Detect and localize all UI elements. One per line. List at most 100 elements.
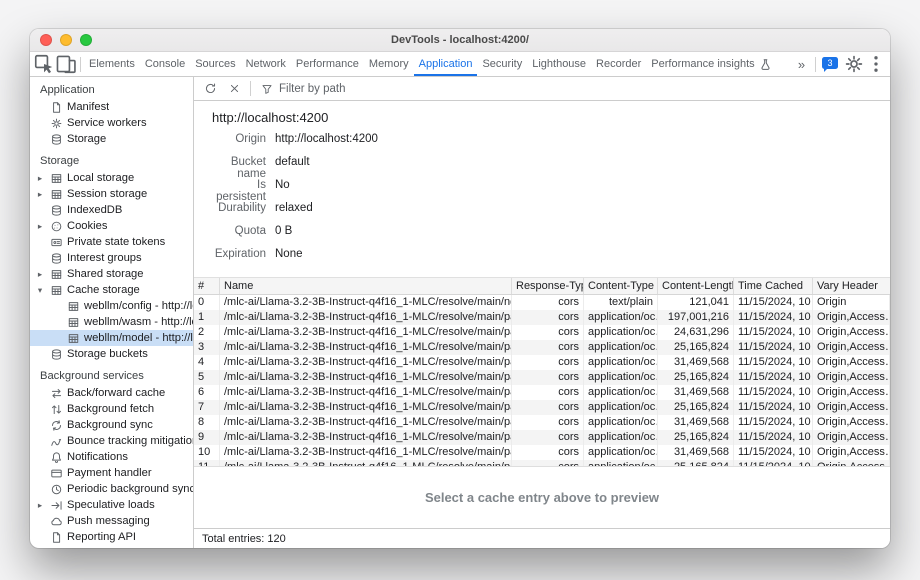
window-titlebar[interactable]: DevTools - localhost:4200/	[30, 29, 890, 52]
sidebar-item-push-messaging[interactable]: Push messaging	[30, 513, 193, 529]
tab-application[interactable]: Application	[414, 52, 478, 76]
sidebar-item-session-storage[interactable]: ▸ Session storage	[30, 186, 193, 202]
tab-performance[interactable]: Performance	[291, 52, 364, 76]
zoom-window-button[interactable]	[80, 34, 92, 46]
tab-lighthouse[interactable]: Lighthouse	[527, 52, 591, 76]
cache-entry-row[interactable]: 7/mlc-ai/Llama-3.2-3B-Instruct-q4f16_1-M…	[194, 400, 890, 415]
sidebar-item-speculative-loads[interactable]: ▸Speculative loads	[30, 497, 193, 513]
cell-vary-header: Origin,Access…	[813, 460, 890, 467]
column-header-content-length[interactable]: Content-Length	[658, 278, 734, 294]
filter-by-path-input[interactable]: Filter by path	[256, 82, 349, 96]
cache-entry-row[interactable]: 2/mlc-ai/Llama-3.2-3B-Instruct-q4f16_1-M…	[194, 325, 890, 340]
cell-response-type: cors	[512, 385, 584, 400]
tab-sources[interactable]: Sources	[190, 52, 240, 76]
sidebar-item-cache-storage[interactable]: ▾ Cache storage	[30, 282, 193, 298]
cell-name: /mlc-ai/Llama-3.2-3B-Instruct-q4f16_1-ML…	[220, 325, 512, 340]
total-entries-label: Total entries: 120	[202, 533, 286, 545]
tab-console[interactable]: Console	[140, 52, 190, 76]
sidebar-item-label: Session storage	[67, 188, 147, 200]
cache-entry-row[interactable]: 8/mlc-ai/Llama-3.2-3B-Instruct-q4f16_1-M…	[194, 415, 890, 430]
column-header-[interactable]: #	[194, 278, 220, 294]
console-messages-icon[interactable]: 3	[822, 57, 838, 69]
tab-label: Application	[419, 58, 473, 70]
cloud-icon	[49, 514, 63, 528]
sidebar-item-label: Back/forward cache	[67, 387, 165, 399]
cell-response-type: cors	[512, 295, 584, 310]
cache-entry-row[interactable]: 11/mlc-ai/Llama-3.2-3B-Instruct-q4f16_1-…	[194, 460, 890, 467]
close-window-button[interactable]	[40, 34, 52, 46]
sidebar-item-notifications[interactable]: Notifications	[30, 449, 193, 465]
tab-recorder[interactable]: Recorder	[591, 52, 646, 76]
cache-entry-row[interactable]: 3/mlc-ai/Llama-3.2-3B-Instruct-q4f16_1-M…	[194, 340, 890, 355]
tab-elements[interactable]: Elements	[84, 52, 140, 76]
sidebar-item-label: webllm/config - http://loc…	[84, 300, 193, 312]
sidebar-item-storage[interactable]: Storage	[30, 131, 193, 147]
sidebar-item-background-fetch[interactable]: Background fetch	[30, 401, 193, 417]
updown-icon	[49, 402, 63, 416]
expand-arrow-icon[interactable]: ▸	[35, 173, 45, 184]
more-tabs-icon[interactable]: »	[790, 53, 812, 75]
sidebar-item-manifest[interactable]: Manifest	[30, 99, 193, 115]
cell-name: /mlc-ai/Llama-3.2-3B-Instruct-q4f16_1-ML…	[220, 385, 512, 400]
sidebar-item-label: Cache storage	[67, 284, 140, 296]
cell-name: /mlc-ai/Llama-3.2-3B-Instruct-q4f16_1-ML…	[220, 355, 512, 370]
kebab-menu-icon[interactable]	[865, 53, 887, 75]
sidebar-item-webllm-model-http-loc[interactable]: webllm/model - http://loc…	[30, 330, 193, 346]
expand-arrow-icon[interactable]: ▸	[35, 500, 45, 511]
column-header-content-type[interactable]: Content-Type	[584, 278, 658, 294]
tab-performance-insights[interactable]: Performance insights	[646, 52, 777, 76]
expand-arrow-icon[interactable]: ▸	[35, 269, 45, 280]
table-header-row: #NameResponse-TypeContent-TypeContent-Le…	[194, 278, 890, 295]
collapse-arrow-icon[interactable]: ▾	[35, 285, 45, 296]
sidebar-item-private-state-tokens[interactable]: Private state tokens	[30, 234, 193, 250]
sidebar-item-indexeddb[interactable]: IndexedDB	[30, 202, 193, 218]
cell-vary-header: Origin,Access…	[813, 445, 890, 460]
cache-entry-row[interactable]: 5/mlc-ai/Llama-3.2-3B-Instruct-q4f16_1-M…	[194, 370, 890, 385]
tab-label: Performance	[296, 58, 359, 70]
cell-content-type: application/oc…	[584, 325, 658, 340]
gear-icon	[49, 116, 63, 130]
cache-entry-row[interactable]: 9/mlc-ai/Llama-3.2-3B-Instruct-q4f16_1-M…	[194, 430, 890, 445]
bounce-icon	[49, 434, 63, 448]
sidebar-item-label: Private state tokens	[67, 236, 165, 248]
expand-arrow-icon[interactable]: ▸	[35, 189, 45, 200]
expand-arrow-icon[interactable]: ▸	[35, 221, 45, 232]
sidebar-item-background-sync[interactable]: Background sync	[30, 417, 193, 433]
settings-gear-icon[interactable]	[843, 53, 865, 75]
sidebar-item-interest-groups[interactable]: Interest groups	[30, 250, 193, 266]
tab-memory[interactable]: Memory	[364, 52, 414, 76]
cache-entry-row[interactable]: 0/mlc-ai/Llama-3.2-3B-Instruct-q4f16_1-M…	[194, 295, 890, 310]
cache-entry-row[interactable]: 4/mlc-ai/Llama-3.2-3B-Instruct-q4f16_1-M…	[194, 355, 890, 370]
sidebar-item-webllm-wasm-http-loca[interactable]: webllm/wasm - http://loca…	[30, 314, 193, 330]
sidebar-item-periodic-background-sync[interactable]: Periodic background sync	[30, 481, 193, 497]
column-header-name[interactable]: Name	[220, 278, 512, 294]
devtools-window: DevTools - localhost:4200/ ElementsConso…	[30, 29, 890, 548]
column-header-vary-header[interactable]: Vary Header	[813, 278, 890, 294]
cache-entry-row[interactable]: 10/mlc-ai/Llama-3.2-3B-Instruct-q4f16_1-…	[194, 445, 890, 460]
cell-response-type: cors	[512, 460, 584, 467]
sidebar-item-webllm-config-http-loc[interactable]: webllm/config - http://loc…	[30, 298, 193, 314]
tab-network[interactable]: Network	[241, 52, 291, 76]
sidebar-item-payment-handler[interactable]: Payment handler	[30, 465, 193, 481]
inspect-element-icon[interactable]	[33, 53, 55, 75]
table-body: 0/mlc-ai/Llama-3.2-3B-Instruct-q4f16_1-M…	[194, 295, 890, 467]
delete-selected-icon[interactable]	[223, 79, 245, 99]
cache-entry-row[interactable]: 1/mlc-ai/Llama-3.2-3B-Instruct-q4f16_1-M…	[194, 310, 890, 325]
minimize-window-button[interactable]	[60, 34, 72, 46]
column-header-response-type[interactable]: Response-Type	[512, 278, 584, 294]
meta-label: Expiration	[208, 248, 266, 260]
swap-icon	[49, 386, 63, 400]
sidebar-item-storage-buckets[interactable]: Storage buckets	[30, 346, 193, 362]
column-header-time-cached[interactable]: Time Cached	[734, 278, 813, 294]
sidebar-item-bounce-tracking-mitigations[interactable]: Bounce tracking mitigations	[30, 433, 193, 449]
sidebar-item-service-workers[interactable]: Service workers	[30, 115, 193, 131]
sidebar-item-cookies[interactable]: ▸Cookies	[30, 218, 193, 234]
sidebar-item-shared-storage[interactable]: ▸Shared storage	[30, 266, 193, 282]
tab-security[interactable]: Security	[477, 52, 527, 76]
sidebar-item-local-storage[interactable]: ▸Local storage	[30, 170, 193, 186]
refresh-icon[interactable]	[199, 79, 221, 99]
sidebar-item-reporting-api[interactable]: Reporting API	[30, 529, 193, 545]
sidebar-item-back-forward-cache[interactable]: Back/forward cache	[30, 385, 193, 401]
device-toolbar-icon[interactable]	[55, 53, 77, 75]
cache-entry-row[interactable]: 6/mlc-ai/Llama-3.2-3B-Instruct-q4f16_1-M…	[194, 385, 890, 400]
